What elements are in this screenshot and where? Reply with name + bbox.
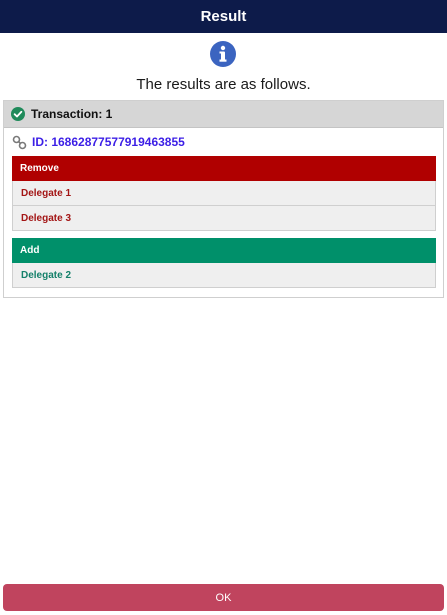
add-group-header: Add (12, 238, 436, 263)
info-icon (210, 41, 236, 67)
check-circle-icon (11, 107, 25, 121)
transaction-id: ID: 1686287757791946385​5 (32, 135, 185, 149)
link-icon (12, 135, 27, 149)
list-item: Delegate 1 (12, 181, 436, 206)
transaction-panel: Transaction: 1 ID: 1686287757791946385​5… (3, 100, 444, 298)
transaction-id-row: ID: 1686287757791946385​5 (4, 128, 443, 156)
dialog-title: Result (200, 8, 247, 25)
ok-button-label: OK (215, 591, 232, 604)
transaction-header: Transaction: 1 (4, 101, 443, 128)
add-group-label: Add (20, 245, 40, 256)
remove-group-header: Remove (12, 156, 436, 181)
delegate-label: Delegate 3 (21, 212, 72, 224)
ok-button[interactable]: OK (3, 584, 444, 611)
remove-group-label: Remove (20, 163, 59, 174)
transaction-title: Transaction: 1 (31, 107, 113, 121)
delegate-label: Delegate 1 (21, 187, 72, 199)
result-message: The results are as follows. (136, 76, 311, 93)
list-item: Delegate 2 (12, 263, 436, 288)
list-item: Delegate 3 (12, 206, 436, 231)
add-group: Add Delegate 2 (12, 238, 436, 288)
dialog-titlebar: Result (0, 0, 447, 33)
delegate-label: Delegate 2 (21, 269, 72, 281)
remove-group: Remove Delegate 1 Delegate 3 (12, 156, 436, 231)
